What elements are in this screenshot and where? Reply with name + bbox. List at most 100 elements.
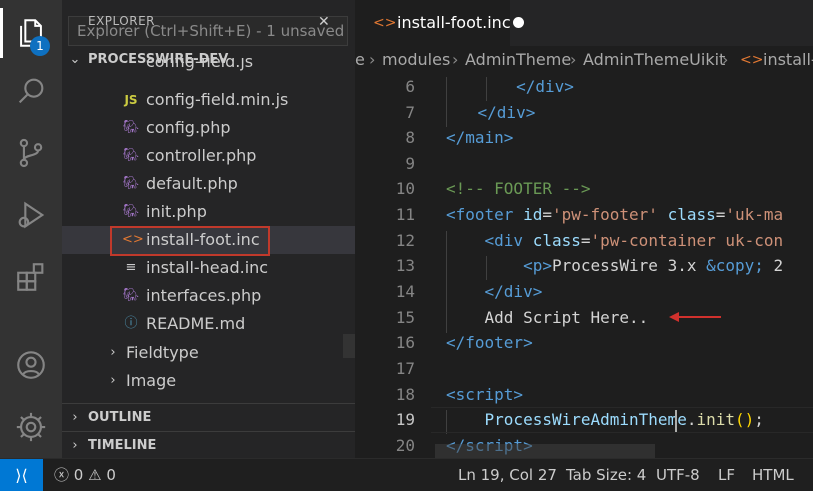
editor-area: <> install-foot.inc e › modules › AdminT… (355, 0, 813, 458)
folder-label: Image (126, 371, 177, 390)
problems-indicator[interactable]: ⓧ 0 ⚠ 0 (54, 459, 116, 491)
text-file-icon: ≡ (125, 260, 137, 275)
cursor-position[interactable]: Ln 19, Col 27 (458, 459, 557, 491)
activity-bar: 1 (0, 0, 62, 458)
file-item[interactable]: ≡ install-head.inc (62, 254, 355, 282)
line-number: 18 (395, 385, 415, 404)
breadcrumb-item[interactable]: AdminTheme (465, 46, 571, 74)
file-item[interactable]: ⓘ README.md (62, 310, 355, 338)
folder-item[interactable]: › Image (62, 367, 355, 395)
html-file-icon: <> (122, 232, 144, 247)
breadcrumb-item[interactable]: AdminThemeUikit (583, 46, 725, 74)
warning-count: 0 (106, 466, 116, 484)
file-item[interactable]: 🐘︎ interfaces.php (62, 282, 355, 310)
file-item[interactable]: 🐘︎ controller.php (62, 142, 355, 170)
file-item[interactable]: JS config-field.min.js (62, 86, 355, 114)
line-number: 13 (395, 256, 415, 275)
file-item[interactable]: 🐘︎ init.php (62, 198, 355, 226)
file-item[interactable]: 🐘︎ default.php (62, 170, 355, 198)
breadcrumb-item[interactable]: e (355, 46, 365, 74)
language-mode[interactable]: HTML (752, 459, 794, 491)
breadcrumb-separator-icon: › (452, 50, 459, 69)
php-file-icon: 🐘︎ (122, 120, 140, 135)
encoding[interactable]: UTF-8 (656, 459, 700, 491)
line-number: 7 (405, 103, 415, 122)
html-file-icon: <> (740, 52, 764, 68)
warning-icon: ⚠ (88, 466, 102, 484)
chevron-right-icon: › (72, 410, 78, 425)
run-debug-icon[interactable] (0, 186, 62, 244)
breadcrumb: e › modules › AdminTheme › AdminThemeUik… (355, 46, 813, 74)
file-item[interactable]: 🐘︎ config.php (62, 114, 355, 142)
line-number-current: 19 (395, 410, 415, 429)
file-label: install-foot.inc (146, 230, 260, 249)
file-label: install-head.inc (146, 258, 269, 277)
line-number: 20 (395, 436, 415, 455)
line-number: 9 (405, 154, 415, 173)
php-file-icon: 🐘︎ (122, 148, 140, 163)
chevron-right-icon: › (110, 345, 116, 360)
breadcrumb-item[interactable]: modules (382, 46, 450, 74)
source-control-icon[interactable] (0, 124, 62, 182)
close-filter-icon[interactable]: ✕ (318, 14, 330, 30)
extensions-icon[interactable] (0, 248, 62, 306)
file-label: config-field.min.js (146, 90, 289, 109)
chevron-right-icon: › (72, 438, 78, 453)
sidebar-scrollbar[interactable] (343, 334, 355, 358)
error-count: 0 (73, 466, 84, 484)
explorer-sidebar: Explorer (Ctrl+Shift+E) - 1 unsaved file… (62, 0, 355, 458)
annotation-arrow-icon (669, 312, 721, 322)
file-label: config-field.js (146, 58, 254, 71)
javascript-file-icon: JS (124, 93, 138, 107)
tab-bar: <> install-foot.inc (355, 0, 813, 46)
explorer-badge: 1 (30, 36, 50, 56)
folder-label: Fieldtype (126, 343, 199, 362)
line-number: 10 (395, 179, 415, 198)
breadcrumb-item[interactable]: install- (763, 46, 813, 74)
status-bar: ⟩⟨ ⓧ 0 ⚠ 0 Ln 19, Col 27 Tab Size: 4 UTF… (0, 458, 813, 491)
line-number: 6 (405, 77, 415, 96)
chevron-right-icon: › (110, 373, 116, 388)
info-icon: ⓘ (124, 316, 138, 331)
timeline-label: TIMELINE (88, 438, 157, 453)
text-cursor (675, 410, 677, 432)
search-icon[interactable] (0, 62, 62, 120)
explorer-icon[interactable]: 1 (0, 4, 62, 62)
tab-install-foot[interactable]: <> install-foot.inc (355, 0, 524, 46)
settings-gear-icon[interactable] (0, 398, 62, 456)
breadcrumb-separator-icon: › (722, 50, 729, 69)
php-file-icon: 🐘︎ (122, 176, 140, 191)
account-icon[interactable] (0, 336, 62, 394)
line-number: 12 (395, 231, 415, 250)
tab-size[interactable]: Tab Size: 4 (566, 459, 646, 491)
html-file-icon: <> (373, 15, 397, 31)
explorer-title: EXPLORER (88, 14, 155, 28)
file-item-selected[interactable]: <> install-foot.inc (62, 226, 355, 256)
error-icon: ⓧ (54, 466, 70, 484)
file-label: README.md (146, 314, 246, 333)
line-number: 8 (405, 128, 415, 147)
php-file-icon: 🐘︎ (122, 288, 140, 303)
remote-indicator-icon[interactable]: ⟩⟨ (0, 459, 43, 491)
timeline-section-header[interactable]: › TIMELINE (62, 431, 355, 458)
unsaved-dot-icon[interactable] (513, 17, 524, 28)
line-number: 16 (395, 333, 415, 352)
file-label: default.php (146, 174, 238, 193)
breadcrumb-separator-icon: › (369, 50, 376, 69)
file-label: init.php (146, 202, 207, 221)
folder-item[interactable]: › Fieldtype (62, 339, 355, 367)
line-number: 17 (395, 359, 415, 378)
file-label: controller.php (146, 146, 257, 165)
php-file-icon: 🐘︎ (122, 204, 140, 219)
file-item[interactable]: config-field.js (62, 58, 355, 80)
end-of-line[interactable]: LF (718, 459, 735, 491)
line-number: 15 (395, 308, 415, 327)
line-number: 14 (395, 282, 415, 301)
breadcrumb-separator-icon: › (570, 50, 577, 69)
file-label: interfaces.php (146, 286, 262, 305)
tab-label: install-foot.inc (397, 13, 511, 32)
outline-label: OUTLINE (88, 410, 152, 425)
outline-section-header[interactable]: › OUTLINE (62, 403, 355, 431)
horizontal-scrollbar[interactable] (435, 444, 655, 458)
line-number: 11 (395, 205, 415, 224)
